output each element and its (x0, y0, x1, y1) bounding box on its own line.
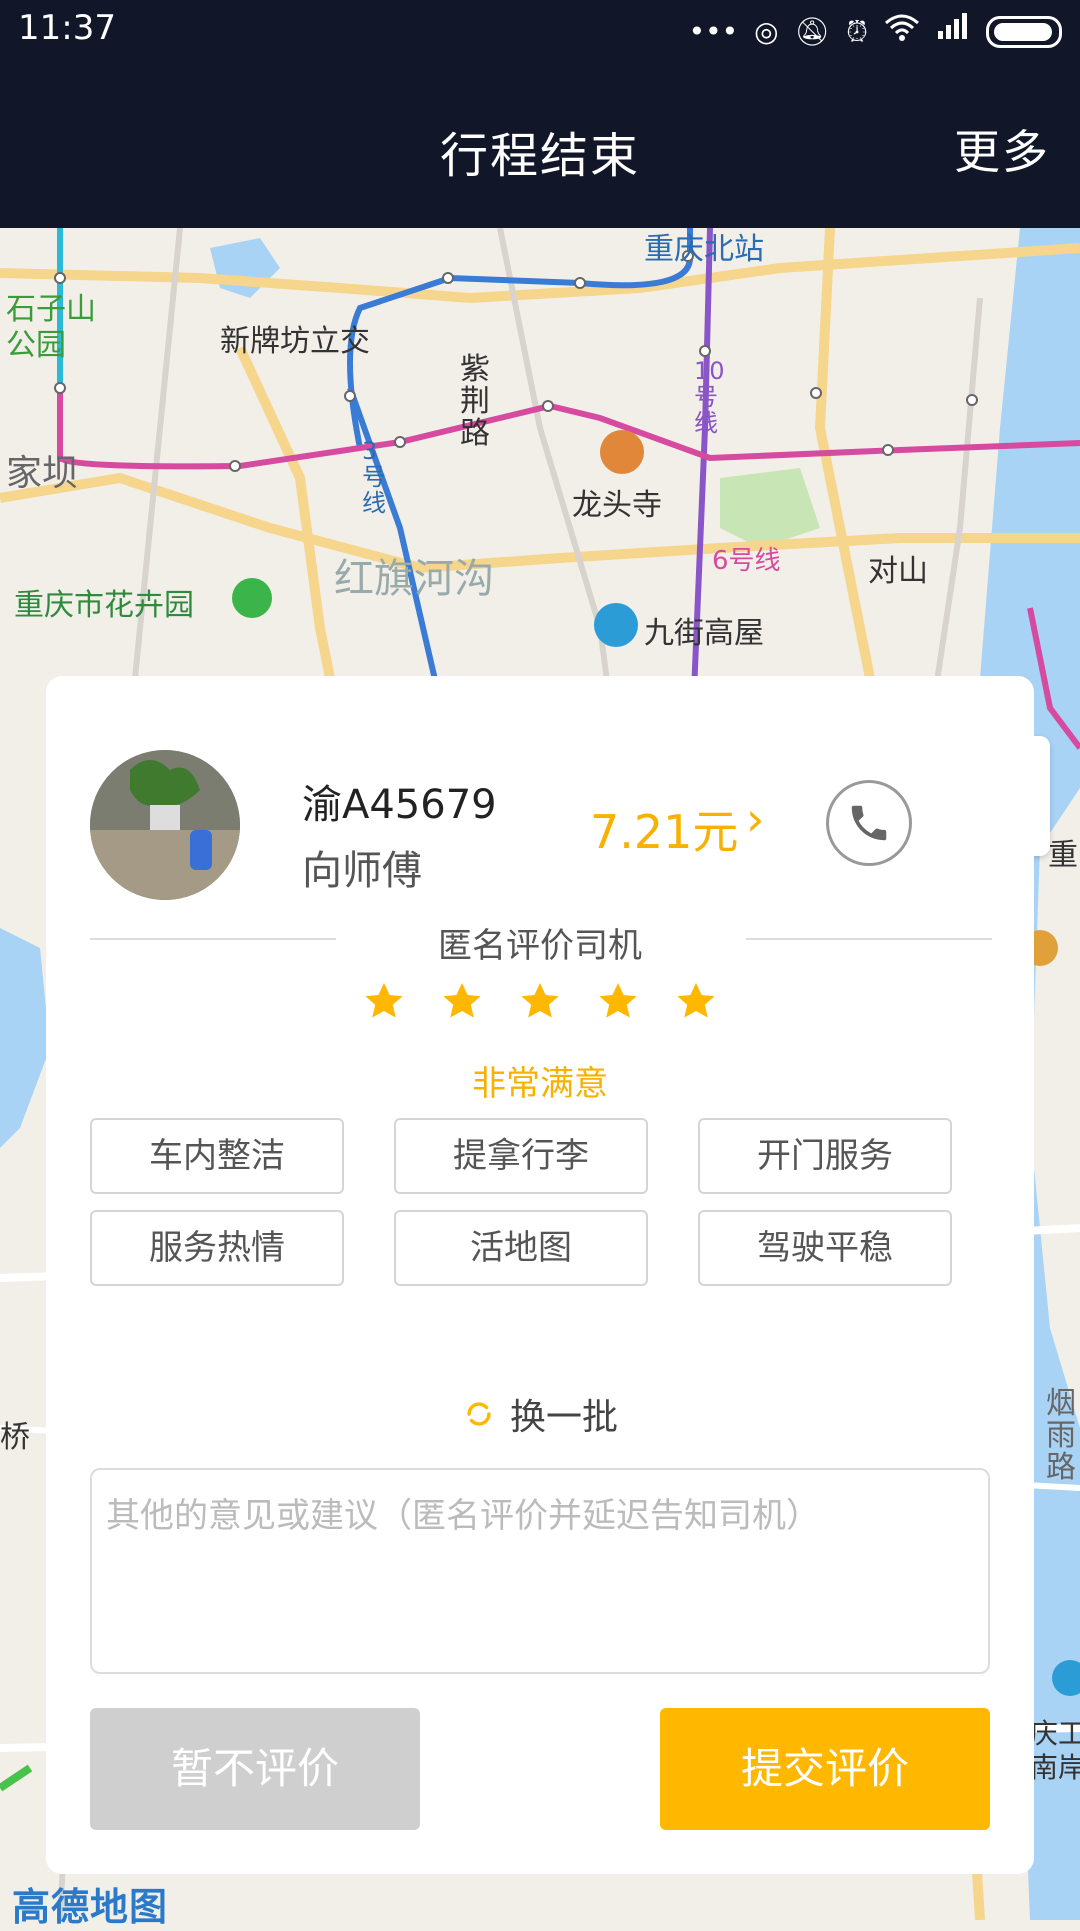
refresh-tags-button[interactable]: 换一批 (46, 1388, 1034, 1440)
driver-name: 向师傅 (302, 848, 422, 894)
hotspot-icon: ◎ (754, 15, 779, 48)
wifi-icon (884, 10, 920, 54)
map-label-line10: 10号线 (694, 357, 725, 437)
map-label-zijing-road: 紫荆路 (460, 352, 490, 451)
star-rating[interactable] (46, 978, 1034, 1026)
map-label-line6: 6号线 (712, 546, 781, 576)
status-bar: 11:37 ••• ◎ 🔕︎ ⏰︎ (0, 0, 1080, 64)
trip-rating-card: 渝A45679 向师傅 7.21元 › 匿名评价司机 非常满意 车内整洁 提拿行… (46, 676, 1034, 1874)
star-icon-4[interactable] (594, 978, 642, 1026)
map-label-longtousi: 龙头寺 (572, 488, 662, 523)
top-navigation: 行程结束 更多 (0, 64, 1080, 228)
star-icon-1[interactable] (360, 978, 408, 1026)
rating-text: 非常满意 (472, 1064, 608, 1104)
map-label-yanyu-road: 烟雨路 (1046, 1386, 1076, 1485)
refresh-label: 换一批 (509, 1397, 618, 1438)
map-label-shizishan-park: 公园 (6, 328, 66, 363)
more-button[interactable]: 更多 (954, 116, 1050, 182)
license-plate: 渝A45679 (302, 782, 497, 828)
status-time: 11:37 (18, 8, 116, 48)
map-label-flower-garden: 重庆市花卉园 (14, 588, 194, 623)
mute-bell-icon: 🔕︎ (794, 15, 831, 48)
anonymous-rating-text: 匿名评价司机 (422, 926, 658, 966)
chevron-right-icon[interactable]: › (746, 792, 764, 846)
driver-avatar (90, 750, 240, 900)
more-dots-icon: ••• (688, 15, 739, 48)
tag-smooth-driving[interactable]: 驾驶平稳 (698, 1210, 952, 1286)
star-icon-2[interactable] (438, 978, 486, 1026)
star-icon-3[interactable] (516, 978, 564, 1026)
tag-luggage[interactable]: 提拿行李 (394, 1118, 648, 1194)
submit-rating-button[interactable]: 提交评价 (660, 1708, 990, 1830)
status-icons: ••• ◎ 🔕︎ ⏰︎ (689, 10, 1062, 54)
trip-price[interactable]: 7.21元 (590, 796, 738, 862)
rating-tags: 车内整洁 提拿行李 开门服务 服务热情 活地图 驾驶平稳 (90, 1118, 952, 1286)
signal-hd-icon (936, 10, 970, 54)
phone-icon (851, 805, 887, 841)
map-label-duishan: 对山 (868, 554, 928, 589)
tag-living-map[interactable]: 活地图 (394, 1210, 648, 1286)
refresh-icon (467, 1402, 491, 1426)
map-label-qiao: 桥 (0, 1420, 30, 1455)
amap-logo: 高德地图 (12, 1885, 169, 1929)
star-icon-5[interactable] (672, 978, 720, 1026)
map-label-jiaba: 家坝 (6, 453, 79, 494)
map-label-xinpaifang: 新牌坊立交 (220, 324, 370, 359)
map-label-nan: 南岸 (1030, 1751, 1080, 1784)
map-label-chongqing-north: 重庆北站 (644, 232, 764, 267)
map-label-jiujie: 九街高屋 (644, 616, 764, 651)
tag-door-service[interactable]: 开门服务 (698, 1118, 952, 1194)
alarm-icon: ⏰︎ (846, 15, 868, 48)
battery-icon (986, 16, 1062, 48)
tag-clean-car[interactable]: 车内整洁 (90, 1118, 344, 1194)
map-label-hongqihegou: 红旗河沟 (334, 556, 494, 602)
map-label-chong: 重 (1048, 838, 1078, 873)
anonymous-rating-label: 匿名评价司机 (46, 918, 1034, 967)
map-label-line3: 3号线 (362, 437, 386, 517)
skip-rating-button[interactable]: 暂不评价 (90, 1708, 420, 1830)
comment-placeholder: 其他的意见或建议（匿名评价并延迟告知司机） (106, 1496, 820, 1536)
call-driver-button[interactable] (826, 780, 912, 866)
comment-input[interactable]: 其他的意见或建议（匿名评价并延迟告知司机） (90, 1468, 990, 1674)
tag-warm-service[interactable]: 服务热情 (90, 1210, 344, 1286)
page-title: 行程结束 (439, 128, 640, 184)
